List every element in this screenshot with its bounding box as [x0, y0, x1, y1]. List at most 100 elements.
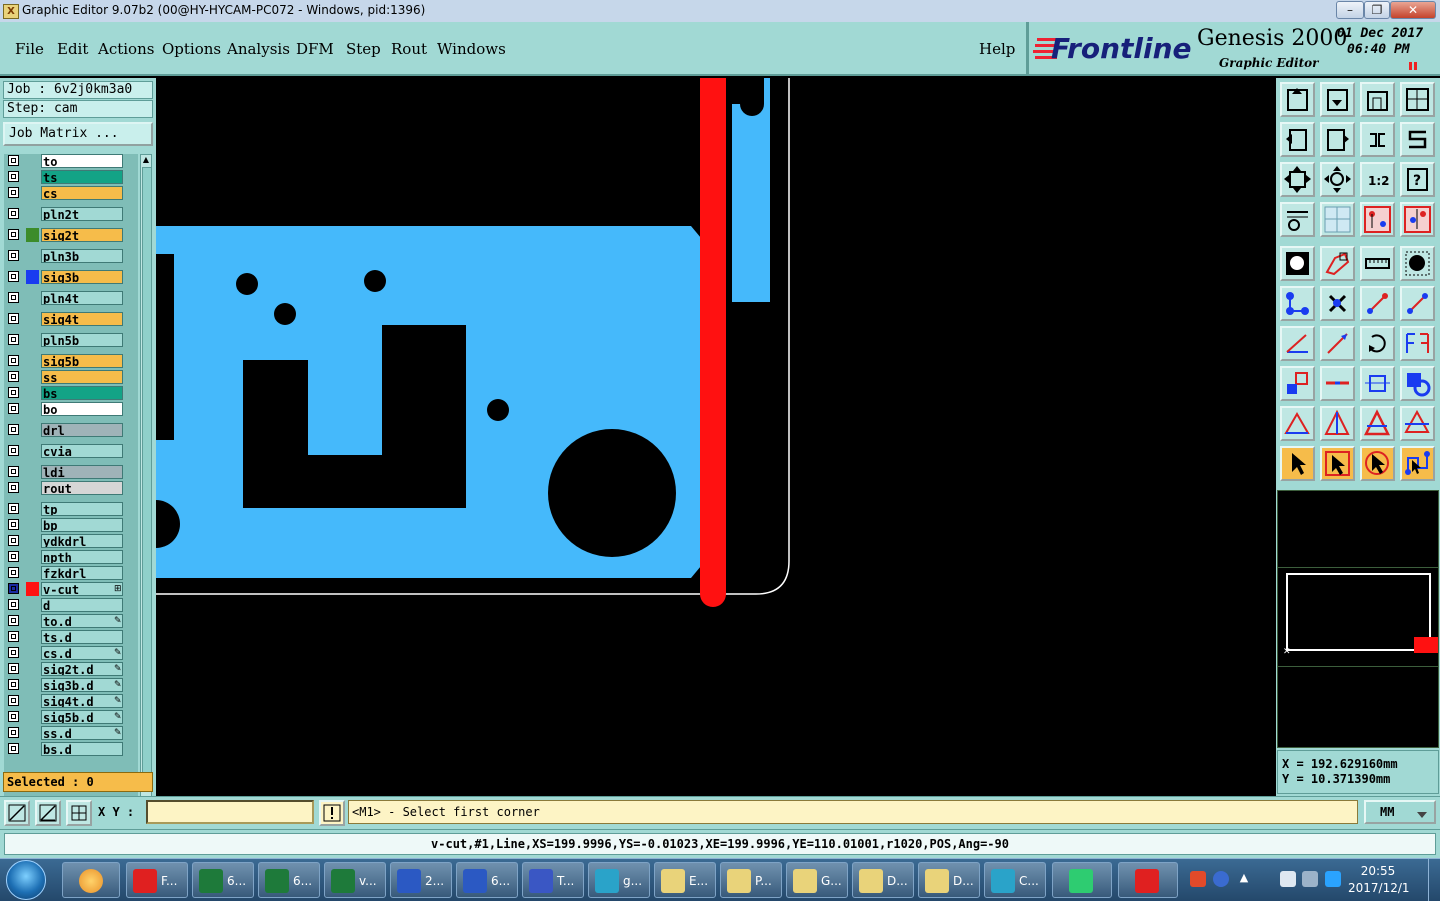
taskbar-window-3[interactable]: v...: [324, 862, 386, 898]
grid-icon[interactable]: [1320, 202, 1355, 237]
volume-icon[interactable]: [1302, 871, 1318, 887]
layer-name[interactable]: pln3b: [41, 249, 123, 263]
pointer-circle-icon[interactable]: [1360, 446, 1395, 481]
line-add2-icon[interactable]: [1400, 286, 1435, 321]
layer-checkbox[interactable]: [8, 292, 19, 303]
layer-checkbox[interactable]: [8, 387, 19, 398]
layer-name[interactable]: to: [41, 154, 123, 168]
layer-row-ydkdrl[interactable]: ydkdrl: [4, 534, 138, 549]
minimize-icon[interactable]: –: [1336, 1, 1364, 19]
mirror-icon[interactable]: [1400, 326, 1435, 361]
layer-row-bs.d[interactable]: bs.d: [4, 742, 138, 757]
layer-row-d[interactable]: d: [4, 598, 138, 613]
open-step-icon[interactable]: [1280, 82, 1315, 117]
menu-step[interactable]: Step: [346, 40, 381, 58]
layer-name[interactable]: to.d: [41, 614, 123, 628]
rotate-icon[interactable]: [1360, 326, 1395, 361]
zoom-fit-icon[interactable]: [1280, 162, 1315, 197]
layer-checkbox[interactable]: [8, 424, 19, 435]
layer-row-ldi[interactable]: ldi: [4, 465, 138, 480]
layer-row-to.d[interactable]: to.d ✎: [4, 614, 138, 629]
tray-overflow-icon[interactable]: ▲: [1236, 871, 1252, 887]
show-desktop-button[interactable]: [1428, 859, 1440, 901]
layer-row-pln4t[interactable]: pln4t: [4, 291, 138, 306]
layer-checkbox[interactable]: [8, 727, 19, 738]
layer-checkbox[interactable]: [8, 567, 19, 578]
layer-name[interactable]: d: [41, 598, 123, 612]
layer-name[interactable]: pln5b: [41, 333, 123, 347]
save-icon[interactable]: [1320, 82, 1355, 117]
layer-checkbox[interactable]: [8, 187, 19, 198]
layer-name[interactable]: sig4t: [41, 312, 123, 326]
units-select[interactable]: MM: [1364, 800, 1436, 824]
board-view[interactable]: [156, 78, 1276, 796]
layer-name[interactable]: bo: [41, 402, 123, 416]
layer-name[interactable]: npth: [41, 550, 123, 564]
taskbar-window-1[interactable]: 6...: [192, 862, 254, 898]
layer-row-cs.d[interactable]: cs.d ✎: [4, 646, 138, 661]
layer-name[interactable]: sig3b: [41, 270, 123, 284]
triangle-up-icon[interactable]: [1320, 406, 1355, 441]
scale-icon[interactable]: 1:2: [1360, 162, 1395, 197]
layer-checkbox[interactable]: [8, 250, 19, 261]
triangle-icon[interactable]: [1280, 406, 1315, 441]
layer-name[interactable]: cs: [41, 186, 123, 200]
menu-windows[interactable]: Windows: [437, 40, 506, 58]
layer-checkbox[interactable]: [8, 535, 19, 546]
layer-row-sig4t.d[interactable]: sig4t.d ✎: [4, 694, 138, 709]
graphic-canvas[interactable]: [156, 78, 1276, 796]
scroll-thumb[interactable]: [142, 167, 152, 779]
menu-rout[interactable]: Rout: [391, 40, 427, 58]
maximize-icon[interactable]: ❐: [1364, 1, 1390, 19]
layer-row-pln2t[interactable]: pln2t: [4, 207, 138, 222]
layer-checkbox[interactable]: [8, 334, 19, 345]
clock[interactable]: 20:55 2017/12/1: [1348, 863, 1410, 897]
layer-checkbox[interactable]: [8, 271, 19, 282]
layer-name[interactable]: cs.d: [41, 646, 123, 660]
layer-row-drl[interactable]: drl: [4, 423, 138, 438]
pointer-icon[interactable]: [1280, 446, 1315, 481]
layer-checkbox[interactable]: [8, 711, 19, 722]
overview-panel[interactable]: ✕: [1277, 490, 1439, 748]
menu-dfm[interactable]: DFM: [296, 40, 334, 58]
scroll-up-icon[interactable]: ▲: [141, 155, 151, 165]
taskbar-window-7[interactable]: g...: [588, 862, 650, 898]
grid-snap-icon[interactable]: [66, 800, 92, 826]
net-icon[interactable]: [1280, 286, 1315, 321]
layer-name[interactable]: bp: [41, 518, 123, 532]
layer-row-tp[interactable]: tp: [4, 502, 138, 517]
xy-input[interactable]: [146, 800, 314, 824]
zoom-center-icon[interactable]: [1320, 162, 1355, 197]
layer-row-to[interactable]: to: [4, 154, 138, 169]
layer-row-pln3b[interactable]: pln3b: [4, 249, 138, 264]
pointer-box-icon[interactable]: [1320, 446, 1355, 481]
layer-color-swatch[interactable]: [26, 228, 39, 242]
help-tray-icon[interactable]: [1213, 871, 1229, 887]
layer-checkbox[interactable]: [8, 466, 19, 477]
layer-row-sig3b[interactable]: sig3b: [4, 270, 138, 285]
layer-row-sig3b.d[interactable]: sig3b.d ✎: [4, 678, 138, 693]
layer-row-ss.d[interactable]: ss.d ✎: [4, 726, 138, 741]
taskbar-window-8[interactable]: E...: [654, 862, 716, 898]
split-icon[interactable]: [1320, 366, 1355, 401]
layer-name[interactable]: v-cut: [41, 582, 123, 596]
layer-row-bs[interactable]: bs: [4, 386, 138, 401]
layer-name[interactable]: bs: [41, 386, 123, 400]
menu-help[interactable]: Help: [979, 40, 1015, 58]
redo-zoom-icon[interactable]: [1320, 122, 1355, 157]
taskbar-window-4[interactable]: 2...: [390, 862, 452, 898]
route-icon[interactable]: [1400, 446, 1435, 481]
layer-checkbox[interactable]: [8, 503, 19, 514]
app-icon[interactable]: X: [3, 4, 19, 19]
taskbar-window-9[interactable]: P...: [720, 862, 782, 898]
taskbar-window-12[interactable]: D...: [918, 862, 980, 898]
triangle-b-icon[interactable]: [1400, 406, 1435, 441]
layer-name[interactable]: ss.d: [41, 726, 123, 740]
layer-name[interactable]: ts: [41, 170, 123, 184]
layer-checkbox[interactable]: [8, 663, 19, 674]
layer-checkbox[interactable]: [8, 743, 19, 754]
layer-checkbox[interactable]: [8, 482, 19, 493]
layer-checkbox[interactable]: [8, 445, 19, 456]
resize-icon[interactable]: [1360, 366, 1395, 401]
layer-row-sig5b[interactable]: sig5b: [4, 354, 138, 369]
